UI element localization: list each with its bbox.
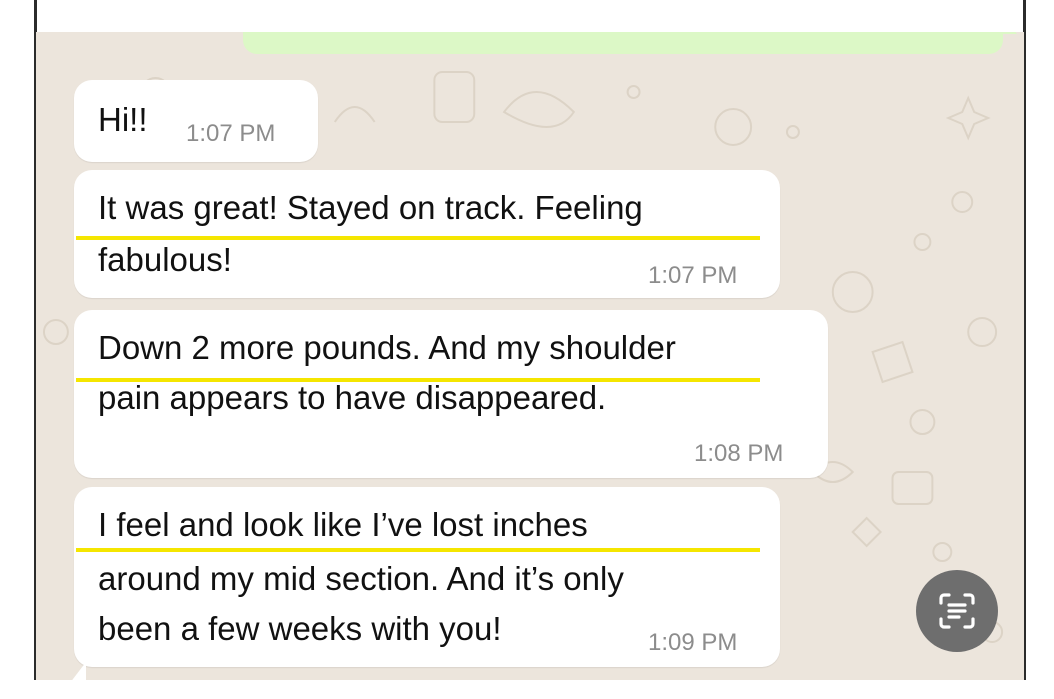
message-timestamp: 1:07 PM [186,120,276,147]
message-bubble[interactable]: It was great! Stayed on track. Feeling f… [74,170,780,298]
outgoing-bubble-tail [999,32,1017,34]
message-timestamp: 1:08 PM [694,440,784,467]
frame-right-edge [1023,0,1026,34]
message-bubble[interactable]: I feel and look like I’ve lost inches ar… [74,487,780,667]
chat-area[interactable]: Hi!! 1:07 PM It was great! Stayed on tra… [34,32,1026,680]
highlight-underline [76,236,760,240]
message-timestamp: 1:07 PM [648,262,738,289]
incoming-bubble-tail [60,662,86,680]
message-text-line: been a few weeks with you! [98,610,502,647]
text-scan-button[interactable] [916,570,998,652]
frame-left-edge [34,0,37,34]
message-text-line: It was great! Stayed on track. Feeling [98,189,643,226]
message-bubble[interactable]: Hi!! 1:07 PM [74,80,318,162]
message-text-line: around my mid section. And it’s only [98,560,624,597]
message-text-line: Hi!! [98,101,148,138]
message-text-line: fabulous! [98,241,232,278]
highlight-underline [76,548,760,552]
message-text-line: I feel and look like I’ve lost inches [98,506,588,543]
highlight-underline [76,378,760,382]
text-scan-icon [939,593,975,629]
message-timestamp: 1:09 PM [648,629,738,656]
message-bubble[interactable]: Down 2 more pounds. And my shoulder pain… [74,310,828,478]
message-text-line: Down 2 more pounds. And my shoulder [98,329,676,366]
outgoing-message-bubble[interactable] [243,32,1017,54]
